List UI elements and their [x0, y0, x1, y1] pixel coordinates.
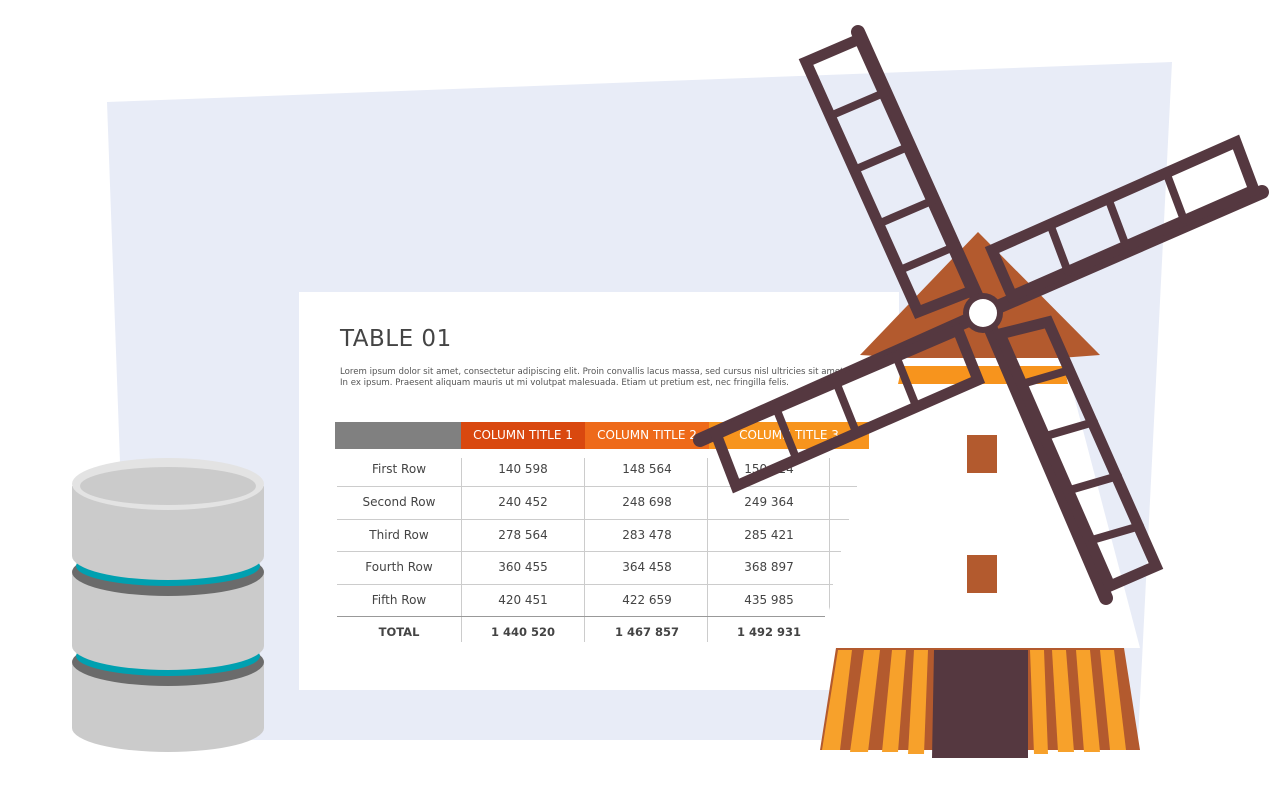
windmill-illustration	[693, 25, 1269, 758]
illustration-scene: TABLE 01 Lorem ipsum dolor sit amet, con…	[0, 0, 1280, 800]
